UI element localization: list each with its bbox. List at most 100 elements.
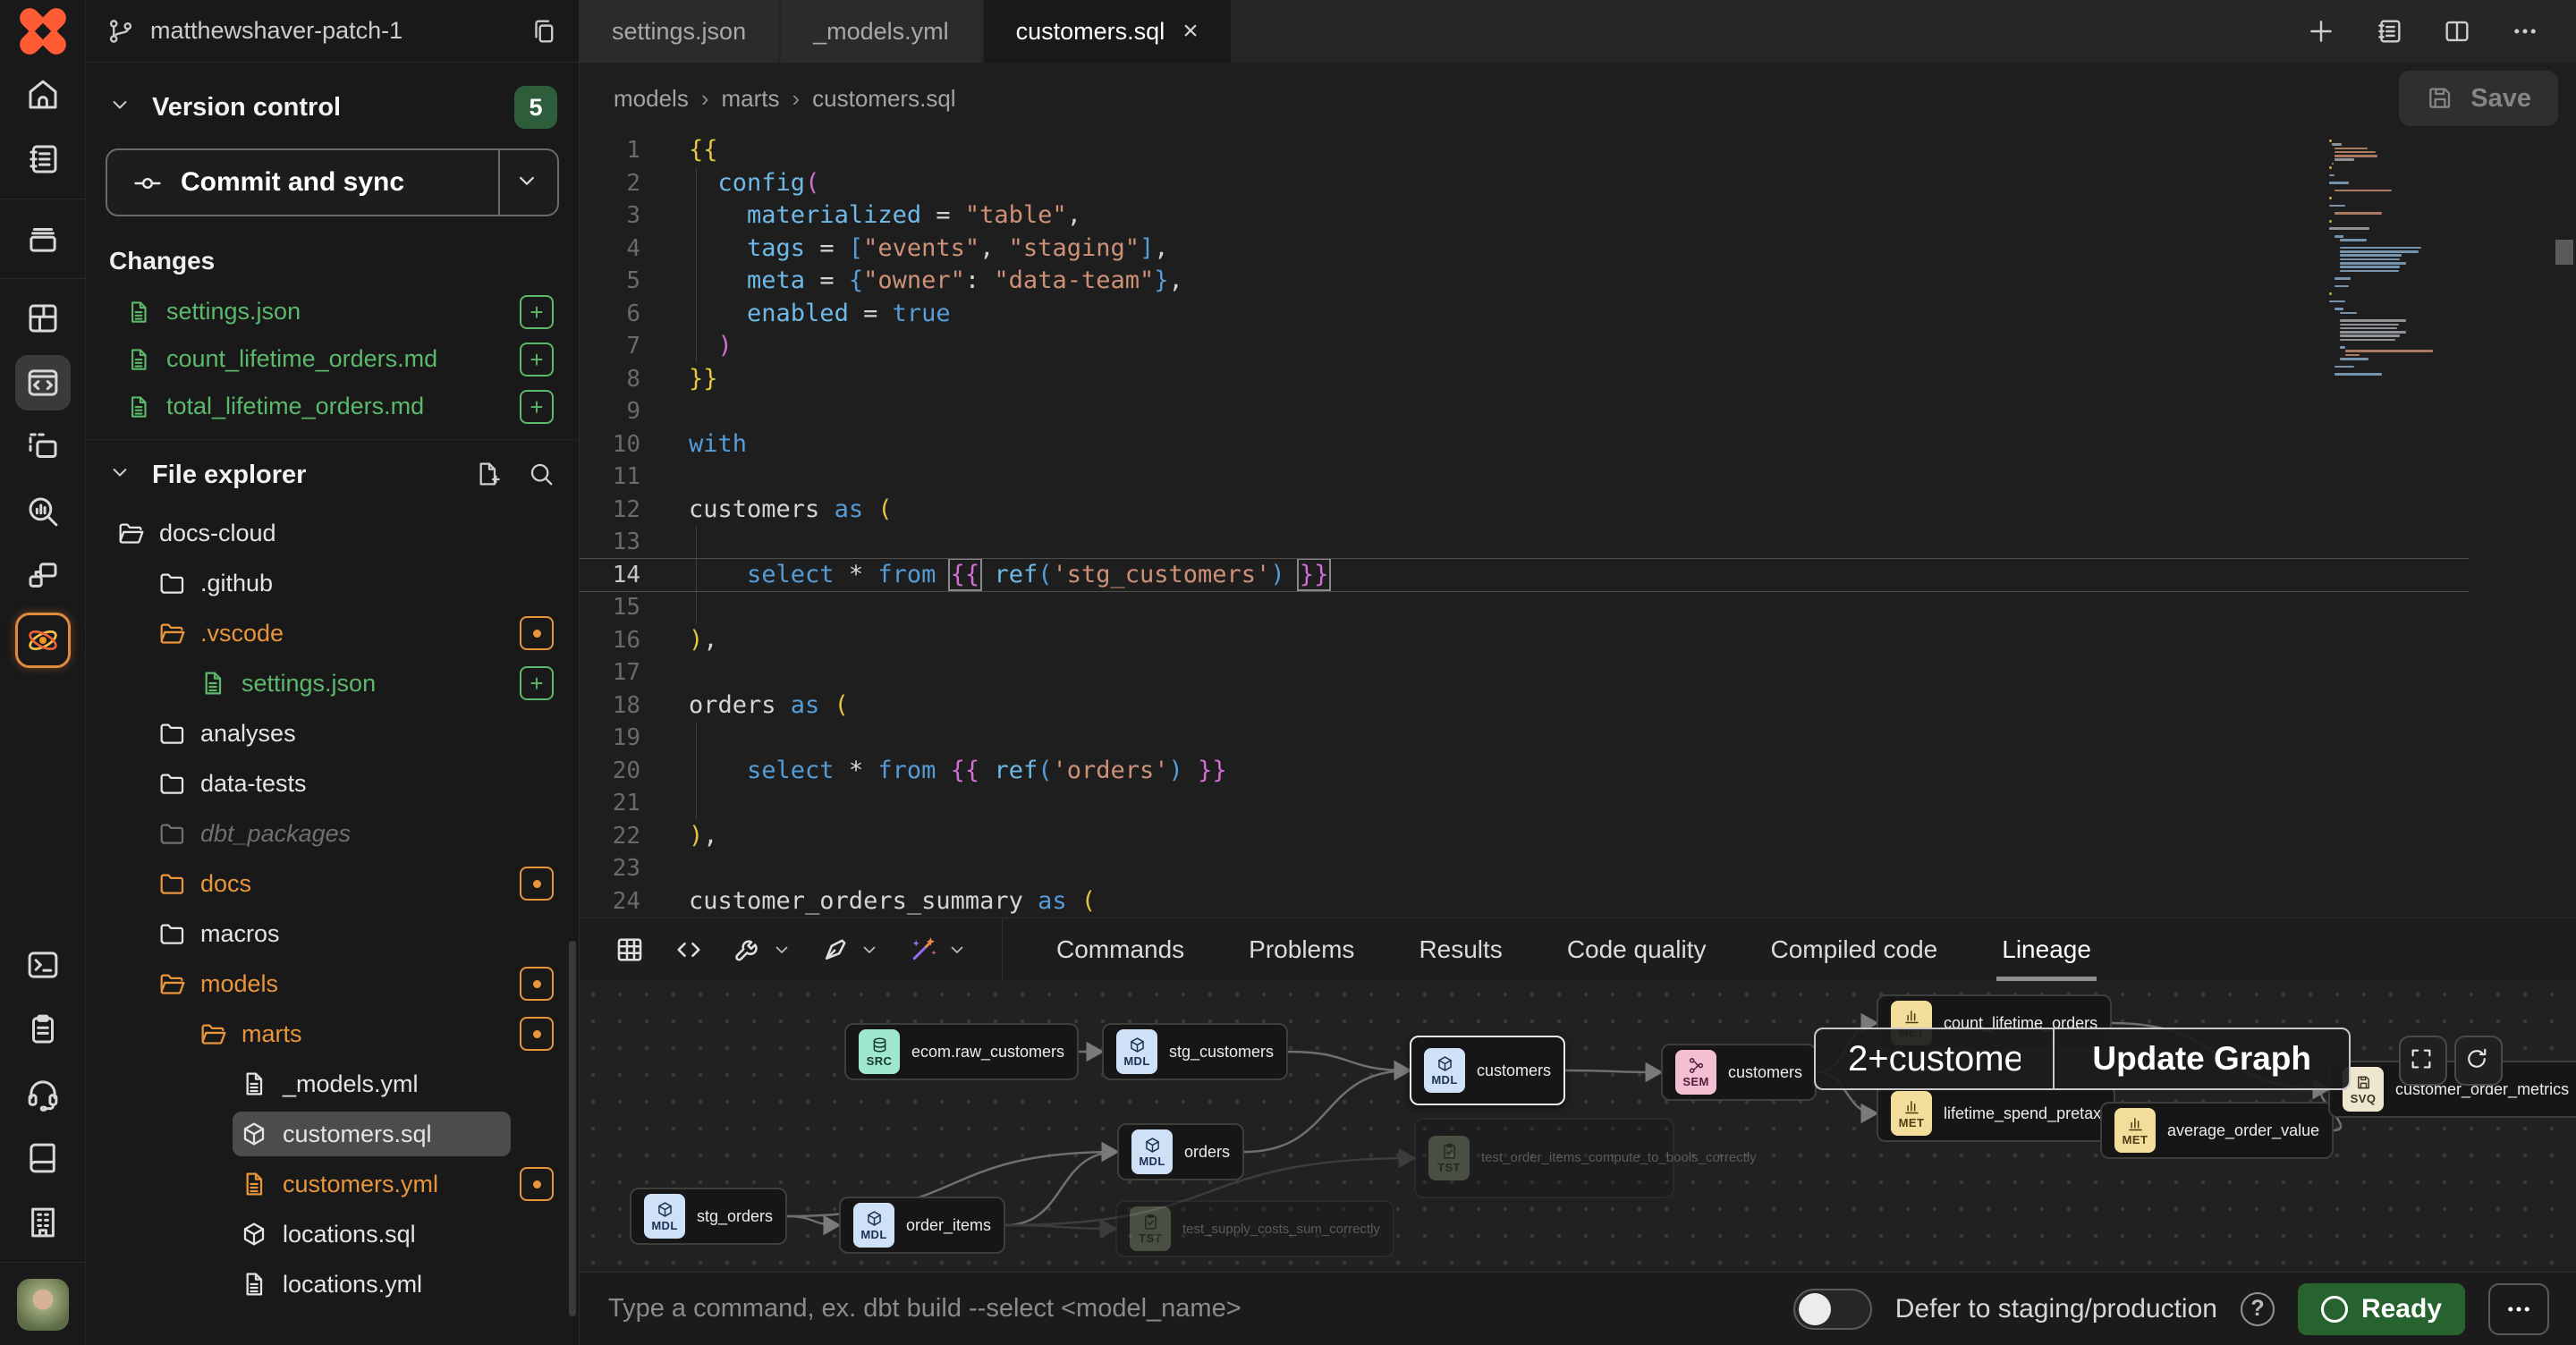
rail-item-support[interactable] <box>15 1066 71 1121</box>
breadcrumb-models[interactable]: models <box>614 85 689 113</box>
panel-tab-lineage[interactable]: Lineage <box>1970 918 2123 981</box>
format-file-button[interactable] <box>812 934 887 966</box>
new-tab-button[interactable] <box>2306 16 2336 47</box>
explorer-item-analyses[interactable]: analyses <box>100 708 564 758</box>
defer-toggle[interactable] <box>1793 1289 1872 1330</box>
branch-name[interactable]: matthewshaver-patch-1 <box>150 17 514 45</box>
rail-item-visual-editor[interactable] <box>15 419 71 475</box>
rail-item-terminal[interactable] <box>15 937 71 993</box>
minimap[interactable] <box>2329 140 2490 376</box>
rail-item-develop[interactable] <box>15 355 71 410</box>
changed-file-total_lifetime_orders.md[interactable]: total_lifetime_orders.md+ <box>100 383 564 430</box>
explorer-item-customers.sql[interactable]: customers.sql <box>100 1109 564 1159</box>
user-avatar[interactable] <box>17 1279 69 1331</box>
split-editor-button[interactable] <box>2442 16 2472 47</box>
explorer-item-settings.json[interactable]: settings.json+ <box>100 658 564 708</box>
tab-customers.sql[interactable]: customers.sql× <box>984 0 1231 63</box>
collapse-version-control-icon[interactable] <box>107 92 138 123</box>
lineage-node-orders[interactable]: MDLorders <box>1117 1123 1244 1180</box>
new-file-icon[interactable] <box>473 460 504 490</box>
lineage-node-raw_customers[interactable]: SRCecom.raw_customers <box>844 1023 1079 1080</box>
lineage-node-order_items[interactable]: MDLorder_items <box>839 1197 1005 1254</box>
explorer-item-macros[interactable]: macros <box>100 909 564 959</box>
rail-item-insights[interactable] <box>15 484 71 539</box>
lineage-fullscreen-button[interactable] <box>2399 1036 2447 1086</box>
rail-item-catalog[interactable] <box>15 211 71 266</box>
rail-item-orchestration[interactable] <box>15 548 71 604</box>
breadcrumb-marts[interactable]: marts <box>722 85 780 113</box>
chevron-down-icon[interactable] <box>946 939 968 960</box>
changed-file-settings.json[interactable]: settings.json+ <box>100 288 564 335</box>
lineage-node-average_order[interactable]: METaverage_order_value <box>2100 1102 2334 1159</box>
panel-tab-problems[interactable]: Problems <box>1216 918 1386 981</box>
save-button[interactable]: Save <box>2399 71 2558 126</box>
code-editor[interactable]: 123456789101112131415161718192021222324 … <box>580 134 2576 918</box>
chevron-down-icon[interactable] <box>859 939 880 960</box>
lineage-node-stg_customers[interactable]: MDLstg_customers <box>1102 1023 1288 1080</box>
search-files-icon[interactable] <box>527 460 557 490</box>
more-options-button[interactable] <box>2510 16 2540 47</box>
rail-item-notebooks[interactable] <box>15 131 71 187</box>
status-badge[interactable]: Ready <box>2298 1283 2465 1335</box>
explorer-scrollbar[interactable] <box>569 941 576 1316</box>
stage-file-badge[interactable]: + <box>520 295 554 329</box>
copy-branch-icon[interactable] <box>529 16 559 47</box>
lineage-node-customers_sem[interactable]: SEMcustomers <box>1661 1044 1817 1101</box>
panel-tab-results[interactable]: Results <box>1386 918 1534 981</box>
explorer-item-customers.yml[interactable]: customers.yml <box>100 1159 564 1209</box>
breadcrumb-file[interactable]: customers.sql <box>812 85 955 113</box>
lineage-node-test_order_items[interactable]: TSTtest_order_items_compute_to_bools_cor… <box>1414 1118 1674 1198</box>
build-options-button[interactable] <box>724 934 800 966</box>
code-content[interactable]: {{ config( materialized = "table", tags … <box>662 134 2576 918</box>
explorer-item-locations.sql[interactable]: locations.sql <box>100 1209 564 1259</box>
explorer-item-models[interactable]: models <box>100 959 564 1009</box>
command-input[interactable] <box>606 1293 1770 1324</box>
stage-file-badge[interactable]: + <box>520 390 554 424</box>
lineage-node-lifetime_spend[interactable]: METlifetime_spend_pretax <box>1877 1085 2115 1142</box>
rail-item-dbt-copilot[interactable] <box>15 613 71 668</box>
lineage-selector-input[interactable] <box>1816 1029 2053 1088</box>
rail-item-home[interactable] <box>15 67 71 123</box>
chevron-down-icon[interactable] <box>771 939 792 960</box>
rail-item-tasks[interactable] <box>15 1002 71 1057</box>
rail-item-organization[interactable] <box>15 1195 71 1250</box>
commit-and-sync-button[interactable]: Commit and sync <box>106 148 559 216</box>
lineage-node-stg_orders[interactable]: MDLstg_orders <box>630 1188 787 1245</box>
panel-tab-compiled-code[interactable]: Compiled code <box>1738 918 1970 981</box>
explorer-item-locations.yml[interactable]: locations.yml <box>100 1259 564 1309</box>
changed-file-count_lifetime_orders.md[interactable]: count_lifetime_orders.md+ <box>100 335 564 383</box>
close-tab-icon[interactable]: × <box>1182 16 1199 47</box>
explorer-item-_models.yml[interactable]: _models.yml <box>100 1059 564 1109</box>
results-table-button[interactable] <box>606 934 653 966</box>
explorer-item-data-tests[interactable]: data-tests <box>100 758 564 808</box>
dbt-logo[interactable] <box>0 0 86 63</box>
tab-settings.json[interactable]: settings.json <box>580 0 778 63</box>
dbt-assist-button[interactable] <box>900 934 975 966</box>
compile-selection-button[interactable] <box>665 934 712 966</box>
explorer-item-dbt_packages[interactable]: dbt_packages <box>100 808 564 859</box>
rail-item-documentation[interactable] <box>15 1130 71 1186</box>
more-actions-button[interactable] <box>2488 1283 2549 1335</box>
lineage-refresh-button[interactable] <box>2454 1036 2503 1086</box>
chevron-down-icon <box>513 167 544 198</box>
notebook-panel-button[interactable] <box>2374 16 2404 47</box>
stage-file-badge[interactable]: + <box>520 343 554 376</box>
collapse-file-explorer-icon[interactable] <box>107 460 138 490</box>
explorer-item-marts[interactable]: marts <box>100 1009 564 1059</box>
lineage-node-customer_metrics[interactable]: SVQcustomer_order_metrics <box>2328 1061 2576 1118</box>
tab-_models.yml[interactable]: _models.yml <box>781 0 981 63</box>
help-icon[interactable]: ? <box>2241 1292 2275 1326</box>
update-graph-button[interactable]: Update Graph <box>2053 1029 2349 1088</box>
explorer-item-.vscode[interactable]: .vscode <box>100 608 564 658</box>
editor-scrollbar[interactable] <box>2553 134 2576 918</box>
explorer-item-docs-cloud[interactable]: docs-cloud <box>100 508 564 558</box>
panel-tab-commands[interactable]: Commands <box>1024 918 1216 981</box>
rail-item-dashboards[interactable] <box>15 291 71 346</box>
commit-options-dropdown[interactable] <box>498 150 557 215</box>
panel-tab-code-quality[interactable]: Code quality <box>1535 918 1739 981</box>
lineage-canvas[interactable]: SRCecom.raw_customers MDLstg_customers MDL… <box>580 981 2576 1272</box>
explorer-item-.github[interactable]: .github <box>100 558 564 608</box>
lineage-node-customers_mdl[interactable]: MDLcustomers <box>1410 1036 1565 1105</box>
lineage-node-test_supply[interactable]: TSTtest_supply_costs_sum_correctly <box>1115 1200 1394 1257</box>
explorer-item-docs[interactable]: docs <box>100 859 564 909</box>
